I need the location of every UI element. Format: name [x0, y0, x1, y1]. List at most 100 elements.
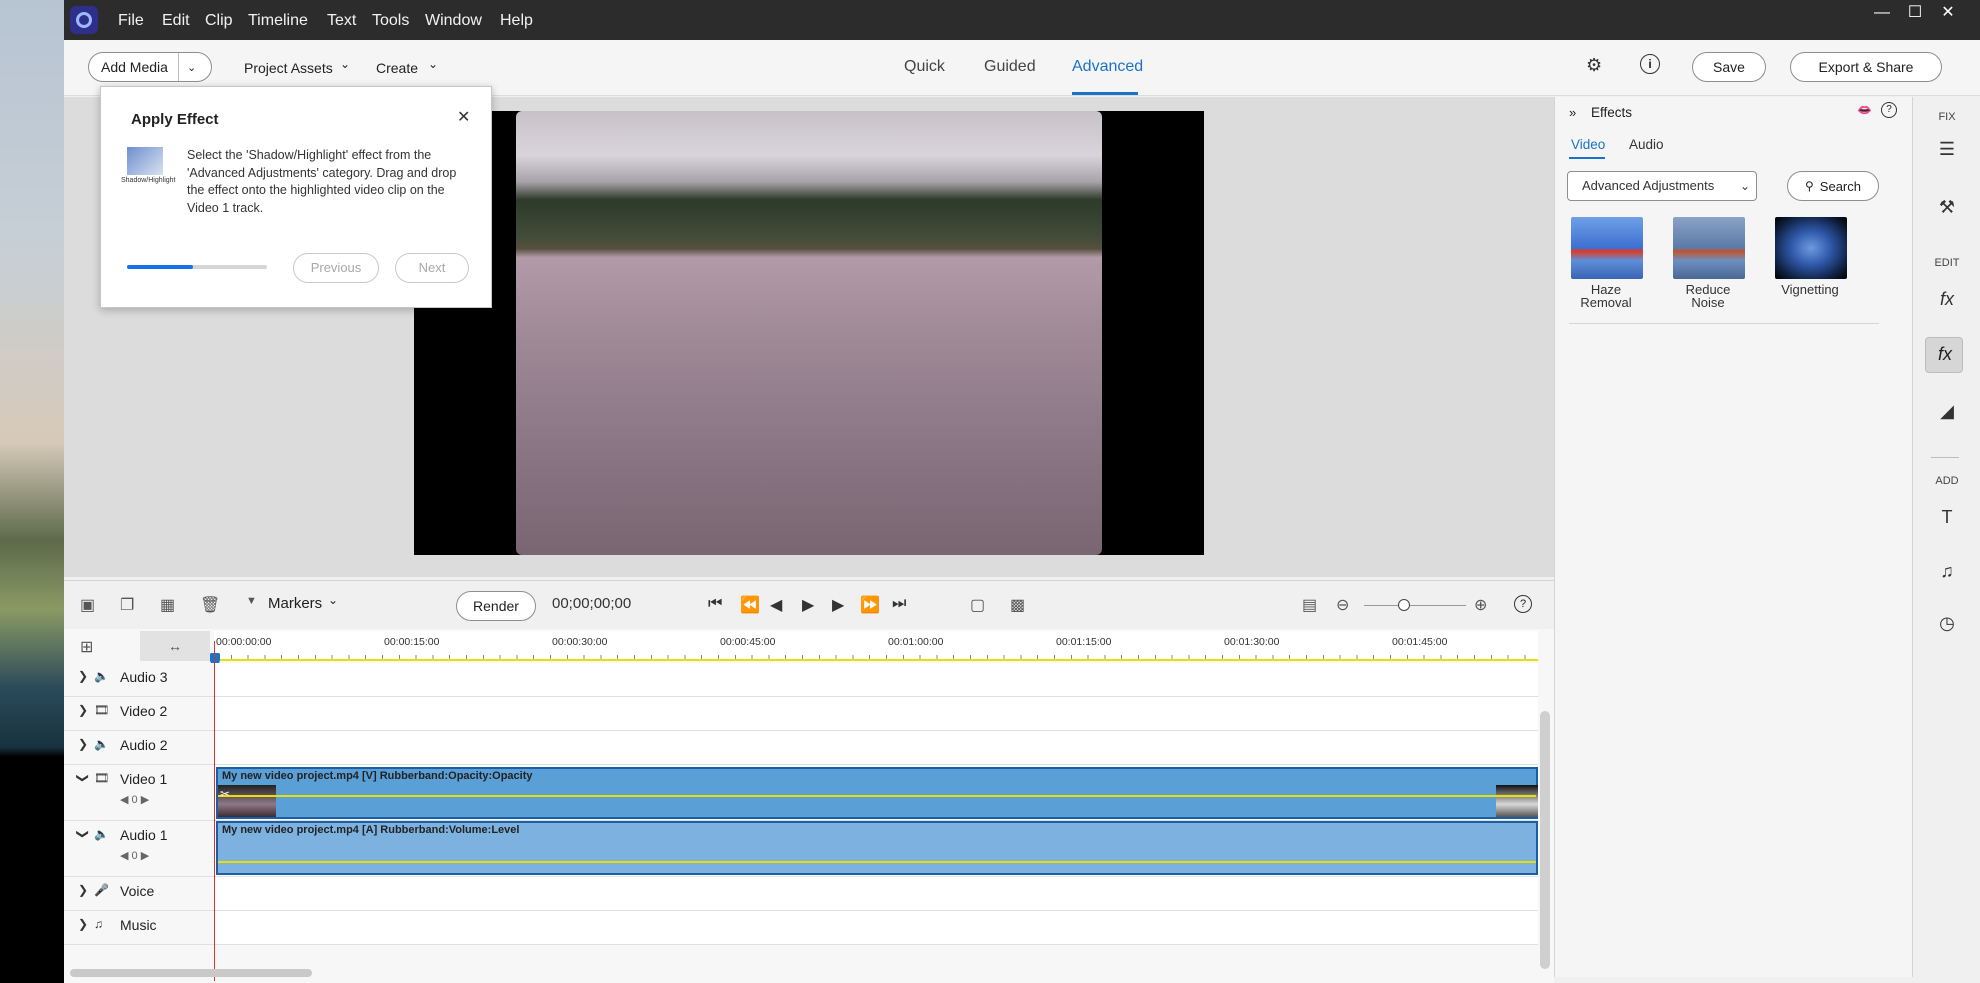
- ruler-label: 00:01:00:00: [888, 636, 944, 648]
- horizontal-scrollbar[interactable]: [70, 969, 312, 977]
- tools-icon[interactable]: ⚒: [1913, 197, 1980, 218]
- export-frame-icon[interactable]: ▩: [1010, 595, 1025, 615]
- adjust-sliders-icon[interactable]: ☰: [1913, 139, 1980, 160]
- settings-gear-icon[interactable]: ⚙: [1586, 55, 1602, 76]
- step-forward-icon[interactable]: ⏩: [860, 595, 880, 615]
- keyframe-nav[interactable]: ◀ 0 ▶: [120, 793, 149, 806]
- help-icon[interactable]: ?: [1881, 102, 1897, 118]
- close-icon[interactable]: ✕: [457, 107, 470, 127]
- video-clip[interactable]: My new video project.mp4 [V] Rubberband:…: [216, 767, 1538, 819]
- playhead-line[interactable]: [214, 641, 215, 981]
- effect-reduce-noise-thumb[interactable]: [1673, 217, 1745, 279]
- menu-file[interactable]: File: [118, 0, 144, 40]
- speaker-icon[interactable]: 🔈: [94, 669, 109, 683]
- tab-guided[interactable]: Guided: [984, 58, 1036, 76]
- effect-haze-removal-thumb[interactable]: [1571, 217, 1643, 279]
- snap-icon[interactable]: ⊞: [80, 637, 93, 657]
- color-adjust-icon[interactable]: ◢: [1913, 401, 1980, 422]
- titles-text-icon[interactable]: T: [1913, 507, 1980, 528]
- info-icon[interactable]: i: [1640, 54, 1660, 74]
- menu-window[interactable]: Window: [425, 0, 482, 40]
- export-share-button[interactable]: Export & Share: [1790, 52, 1942, 82]
- zoom-slider-handle[interactable]: [1398, 599, 1410, 611]
- markers-dropdown[interactable]: Markers: [268, 595, 322, 612]
- microphone-icon[interactable]: 🎤: [94, 883, 109, 897]
- timecode-display[interactable]: 00;00;00;00: [552, 595, 631, 612]
- collapse-chevron-icon[interactable]: ❯: [76, 829, 90, 839]
- monitor-icon[interactable]: ▢: [970, 595, 985, 615]
- minimize-icon[interactable]: —: [1865, 2, 1899, 24]
- previous-frame-icon[interactable]: ◀: [770, 595, 782, 615]
- collapse-panel-icon[interactable]: »: [1569, 105, 1576, 120]
- expand-chevron-icon[interactable]: ❯: [78, 917, 88, 931]
- grid-icon[interactable]: ▦: [160, 595, 175, 615]
- menu-help[interactable]: Help: [500, 0, 533, 40]
- next-frame-icon[interactable]: ▶: [832, 595, 844, 615]
- video-preview[interactable]: [414, 111, 1204, 555]
- snapshot-icon[interactable]: ▣: [80, 595, 95, 615]
- opacity-rubberband[interactable]: [218, 795, 1536, 797]
- chevron-down-icon[interactable]: ⌄: [187, 61, 196, 74]
- vertical-scrollbar[interactable]: [1540, 711, 1550, 969]
- save-button[interactable]: Save: [1692, 52, 1766, 82]
- close-icon[interactable]: ✕: [1931, 2, 1965, 24]
- graphics-icon[interactable]: ◷: [1913, 613, 1980, 634]
- menu-text[interactable]: Text: [327, 0, 356, 40]
- step-back-icon[interactable]: ⏪: [740, 595, 760, 615]
- chevron-down-icon[interactable]: ⌄: [340, 57, 350, 71]
- menu-timeline[interactable]: Timeline: [248, 0, 308, 40]
- category-select[interactable]: Advanced Adjustments ⌄: [1567, 171, 1757, 201]
- keyframe-nav[interactable]: ◀ 0 ▶: [120, 849, 149, 862]
- search-button[interactable]: ⚲ Search: [1787, 171, 1879, 201]
- expand-chevron-icon[interactable]: ❯: [78, 669, 88, 683]
- previous-button[interactable]: Previous: [293, 253, 379, 283]
- expand-chevron-icon[interactable]: ❯: [78, 883, 88, 897]
- next-button[interactable]: Next: [395, 253, 469, 283]
- go-to-end-icon[interactable]: ⏭: [892, 595, 906, 613]
- zoom-out-icon[interactable]: ⊖: [1336, 595, 1349, 615]
- expand-chevron-icon[interactable]: ❯: [78, 703, 88, 717]
- effect-vignetting-thumb[interactable]: [1775, 217, 1847, 279]
- timeline-toolbar: ▣ ❐ ▦ 🗑 ▼ Markers ⌄ Render 00;00;00;00 ⏮…: [64, 581, 1554, 629]
- menu-clip[interactable]: Clip: [205, 0, 233, 40]
- tab-advanced[interactable]: Advanced: [1072, 58, 1143, 76]
- binoculars-icon[interactable]: 👄: [1857, 103, 1872, 117]
- tab-quick[interactable]: Quick: [904, 58, 945, 76]
- duplicate-icon[interactable]: ❐: [120, 595, 134, 615]
- app-logo-icon[interactable]: [70, 6, 98, 34]
- chevron-down-icon[interactable]: ⌄: [328, 593, 338, 607]
- marker-icon[interactable]: ▼: [246, 595, 257, 607]
- play-icon[interactable]: ▶: [802, 595, 814, 615]
- scissors-icon[interactable]: ✂: [220, 787, 230, 801]
- effects-rail-button[interactable]: fx: [1925, 337, 1963, 373]
- project-assets-button[interactable]: Project Assets: [244, 60, 333, 76]
- fit-timeline-icon[interactable]: ▤: [1302, 595, 1317, 615]
- render-button[interactable]: Render: [456, 591, 536, 621]
- audio-clip[interactable]: My new video project.mp4 [A] Rubberband:…: [216, 821, 1538, 875]
- film-icon[interactable]: 🎞: [94, 703, 109, 717]
- tab-audio[interactable]: Audio: [1629, 137, 1664, 152]
- expand-chevron-icon[interactable]: ❯: [78, 737, 88, 751]
- maximize-icon[interactable]: ☐: [1898, 2, 1932, 24]
- ripple-edit-icon[interactable]: ↔: [140, 631, 210, 661]
- add-media-button[interactable]: Add Media ⌄: [88, 52, 212, 82]
- help-icon[interactable]: ?: [1514, 595, 1532, 613]
- menu-edit[interactable]: Edit: [162, 0, 190, 40]
- music-icon[interactable]: ♫: [1913, 561, 1980, 582]
- film-icon[interactable]: 🎞: [94, 771, 109, 785]
- create-button[interactable]: Create: [376, 60, 418, 76]
- applied-effects-icon[interactable]: fx: [1913, 289, 1980, 310]
- time-ruler[interactable]: 00:00:00:00 00:00:15:00 00:00:30:00 00:0…: [214, 631, 1538, 661]
- collapse-chevron-icon[interactable]: ❯: [76, 773, 90, 783]
- tab-video[interactable]: Video: [1571, 137, 1605, 152]
- zoom-in-icon[interactable]: ⊕: [1474, 595, 1487, 615]
- menu-tools[interactable]: Tools: [372, 0, 409, 40]
- chevron-down-icon[interactable]: ⌄: [428, 57, 438, 71]
- go-to-start-icon[interactable]: ⏮: [708, 595, 722, 613]
- speaker-icon[interactable]: 🔈: [94, 827, 109, 841]
- music-note-icon[interactable]: ♫: [94, 917, 103, 931]
- delete-icon[interactable]: 🗑: [200, 595, 220, 615]
- volume-rubberband[interactable]: [218, 861, 1536, 863]
- zoom-slider[interactable]: [1364, 605, 1466, 606]
- speaker-icon[interactable]: 🔈: [94, 737, 109, 751]
